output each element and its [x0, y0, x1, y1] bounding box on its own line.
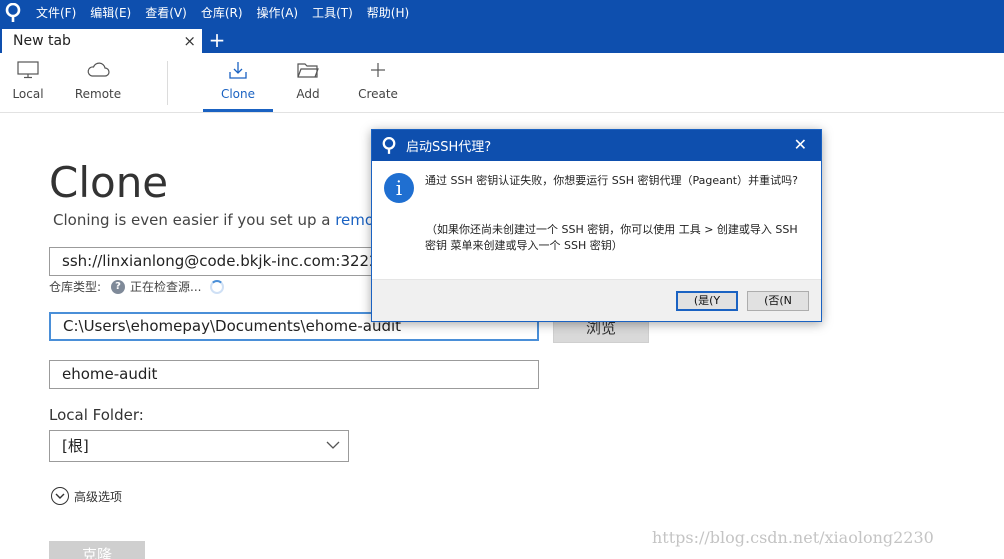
menu-view[interactable]: 查看(V): [138, 0, 194, 26]
clone-subtitle: Cloning is even easier if you set up a r…: [53, 211, 389, 229]
subtitle-text: Cloning is even easier if you set up a: [53, 211, 336, 229]
menu-bar: 文件(F) 编辑(E) 查看(V) 仓库(R) 操作(A) 工具(T) 帮助(H…: [0, 0, 1004, 26]
menu-help[interactable]: 帮助(H): [360, 0, 416, 26]
local-folder-label: Local Folder:: [49, 406, 144, 424]
watermark: https://blog.csdn.net/xiaolong2230: [652, 528, 934, 547]
repo-name-input[interactable]: ehome-audit: [49, 360, 539, 389]
tab-label: New tab: [13, 33, 71, 49]
advanced-options-toggle[interactable]: 高级选项: [51, 487, 122, 505]
chevron-down-icon: [326, 441, 340, 449]
sourcetree-logo-icon: [378, 135, 400, 157]
local-folder-value: [根]: [62, 437, 89, 455]
clone-button[interactable]: 克隆: [49, 541, 145, 559]
info-icon: i: [384, 173, 414, 203]
repo-type-status: 正在检查源...: [130, 280, 202, 294]
toolbar-create-button[interactable]: Create: [356, 53, 400, 113]
menu-actions[interactable]: 操作(A): [250, 0, 306, 26]
toolbar-remote-label: Remote: [74, 87, 122, 101]
toolbar-local-button[interactable]: Local: [8, 53, 48, 113]
download-icon: [228, 53, 248, 87]
source-url-input[interactable]: ssh://linxianlong@code.bkjk-inc.com:3222: [49, 247, 379, 276]
page-title: Clone: [49, 158, 169, 207]
repo-type-row: 仓库类型: ? 正在检查源...: [49, 278, 224, 295]
local-folder-select[interactable]: [根]: [49, 430, 349, 462]
close-icon[interactable]: ✕: [794, 135, 807, 154]
folder-icon: [297, 53, 319, 87]
menu-file[interactable]: 文件(F): [29, 0, 83, 26]
toolbar-local-label: Local: [12, 87, 44, 101]
chevron-down-circle-icon: [51, 487, 69, 505]
sourcetree-logo-icon: [2, 0, 24, 26]
dialog-titlebar: 启动SSH代理? ✕: [372, 130, 821, 161]
toolbar-create-label: Create: [358, 87, 398, 101]
menu-repository[interactable]: 仓库(R): [194, 0, 250, 26]
menu-tools[interactable]: 工具(T): [305, 0, 360, 26]
toolbar-clone-label: Clone: [220, 87, 256, 101]
tab-strip: New tab × +: [0, 26, 1004, 53]
cloud-icon: [86, 53, 110, 87]
add-tab-icon[interactable]: +: [206, 29, 228, 51]
dialog-message: 通过 SSH 密钥认证失败，你想要运行 SSH 密钥代理（Pageant）并重试…: [425, 174, 798, 187]
yes-button[interactable]: (是(Y: [676, 291, 738, 311]
toolbar-clone-button[interactable]: Clone: [203, 53, 273, 113]
toolbar-divider: [167, 61, 168, 105]
dialog-title: 启动SSH代理?: [406, 140, 492, 155]
toolbar-remote-button[interactable]: Remote: [72, 53, 124, 113]
menu-edit[interactable]: 编辑(E): [83, 0, 138, 26]
repo-type-label: 仓库类型:: [49, 280, 102, 294]
question-icon: ?: [111, 279, 126, 294]
dialog-body: i 通过 SSH 密钥认证失败，你想要运行 SSH 密钥代理（Pageant）并…: [372, 161, 821, 279]
active-tab-indicator: [203, 109, 273, 112]
dialog-footer: (是(Y (否(N: [372, 279, 821, 321]
toolbar: Local Remote Clone Add Create: [0, 53, 1004, 113]
tab-new-tab[interactable]: New tab ×: [2, 29, 202, 53]
monitor-icon: [17, 53, 39, 87]
advanced-options-label: 高级选项: [74, 489, 123, 504]
toolbar-add-label: Add: [296, 87, 320, 101]
dialog-note: （如果你还尚未创建过一个 SSH 密钥，你可以使用 工具 > 创建或导入 SSH…: [425, 223, 798, 252]
no-button[interactable]: (否(N: [747, 291, 809, 311]
toolbar-add-button[interactable]: Add: [288, 53, 328, 113]
close-icon[interactable]: ×: [183, 32, 196, 50]
plus-icon: [370, 53, 386, 87]
ssh-agent-dialog: 启动SSH代理? ✕ i 通过 SSH 密钥认证失败，你想要运行 SSH 密钥代…: [371, 129, 822, 322]
menu-items: 文件(F) 编辑(E) 查看(V) 仓库(R) 操作(A) 工具(T) 帮助(H…: [29, 0, 416, 26]
loading-spinner-icon: [209, 279, 224, 294]
